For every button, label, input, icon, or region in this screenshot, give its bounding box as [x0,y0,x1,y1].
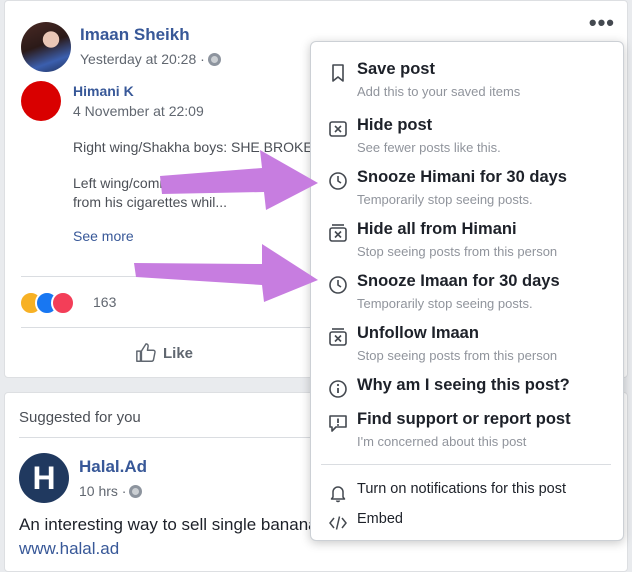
menu-item-title: Unfollow Imaan [357,324,479,342]
menu-item-subtitle: See fewer posts like this. [357,140,501,155]
ad-text: An interesting way to sell single banana [19,515,318,534]
unfollow-icon [327,326,349,348]
like-button[interactable]: Like [135,342,193,364]
menu-item-subtitle: I'm concerned about this post [357,434,527,449]
hide-icon [327,118,349,140]
menu-item-save-post[interactable]: Save post Add this to your saved items [311,58,623,104]
clock-icon [327,274,349,296]
menu-item-title: Find support or report post [357,410,571,428]
hide-all-icon [327,222,349,244]
author-avatar[interactable] [21,22,71,72]
menu-item-subtitle: Temporarily stop seeing posts. [357,296,533,311]
menu-item-title: Embed [357,511,403,527]
menu-item-title: Hide post [357,116,433,134]
menu-item-title: Turn on notifications for this post [357,481,567,497]
divider [19,437,329,438]
menu-item-title: Snooze Himani for 30 days [357,168,567,186]
menu-item-title: Snooze Imaan for 30 days [357,272,560,290]
more-options-icon[interactable]: ••• [589,12,615,34]
menu-item-subtitle: Add this to your saved items [357,84,521,99]
post-text-line: Right wing/Shakha boys: SHE BROKE [73,139,313,155]
thumbs-up-icon [136,343,156,362]
post-text-line: from his cigarettes whil... [73,194,228,210]
ad-timestamp[interactable]: 10 hrs · [79,483,143,499]
menu-divider [321,464,611,465]
menu-item-subtitle: Stop seeing posts from this person [357,348,558,363]
shared-post-timestamp[interactable]: 4 November at 22:09 [73,103,204,119]
page-name[interactable]: Halal.Ad [79,457,147,477]
menu-item-find-support[interactable]: Find support or report post I'm concerne… [311,408,623,454]
menu-item-unfollow-imaan[interactable]: Unfollow Imaan Stop seeing posts from th… [311,322,623,368]
info-icon [327,378,349,400]
menu-item-embed[interactable]: Embed [311,508,623,554]
menu-item-title: Why am I seeing this post? [357,376,570,394]
like-label: Like [163,344,194,362]
ad-link[interactable]: www.halal.ad [19,539,119,559]
divider [21,276,313,277]
love-reaction-icon [51,291,75,315]
bookmark-icon [327,62,349,84]
post-timestamp[interactable]: Yesterday at 20:28 · [80,51,221,67]
globe-icon [207,53,221,66]
globe-icon [129,485,143,498]
page-avatar[interactable]: H [19,453,69,503]
post-options-menu: Save post Add this to your saved items H… [310,41,624,541]
menu-item-hide-post[interactable]: Hide post See fewer posts like this. [311,114,623,160]
menu-item-snooze-imaan[interactable]: Snooze Imaan for 30 days Temporarily sto… [311,270,623,316]
see-more-link[interactable]: See more [73,228,134,244]
menu-item-title: Hide all from Himani [357,220,517,238]
post-time-text: Yesterday at 20:28 · [80,51,205,67]
post-text-line: Left wing/comrades: [73,175,199,191]
menu-item-subtitle: Stop seeing posts from this person [357,244,558,259]
menu-item-snooze-himani[interactable]: Snooze Himani for 30 days Temporarily st… [311,166,623,212]
suggested-heading: Suggested for you [19,409,141,426]
divider [21,327,313,328]
reaction-count[interactable]: 163 [93,294,116,310]
clock-icon [327,170,349,192]
code-icon [327,512,349,534]
bell-icon [327,482,349,504]
shared-author-name[interactable]: Himani K [73,83,134,99]
shared-author-avatar[interactable] [21,81,61,121]
menu-item-hide-all-himani[interactable]: Hide all from Himani Stop seeing posts f… [311,218,623,264]
menu-item-title: Save post [357,60,435,78]
menu-item-subtitle: Temporarily stop seeing posts. [357,192,533,207]
report-icon [327,412,349,434]
author-name[interactable]: Imaan Sheikh [80,25,190,45]
ad-time-text: 10 hrs · [79,483,127,499]
